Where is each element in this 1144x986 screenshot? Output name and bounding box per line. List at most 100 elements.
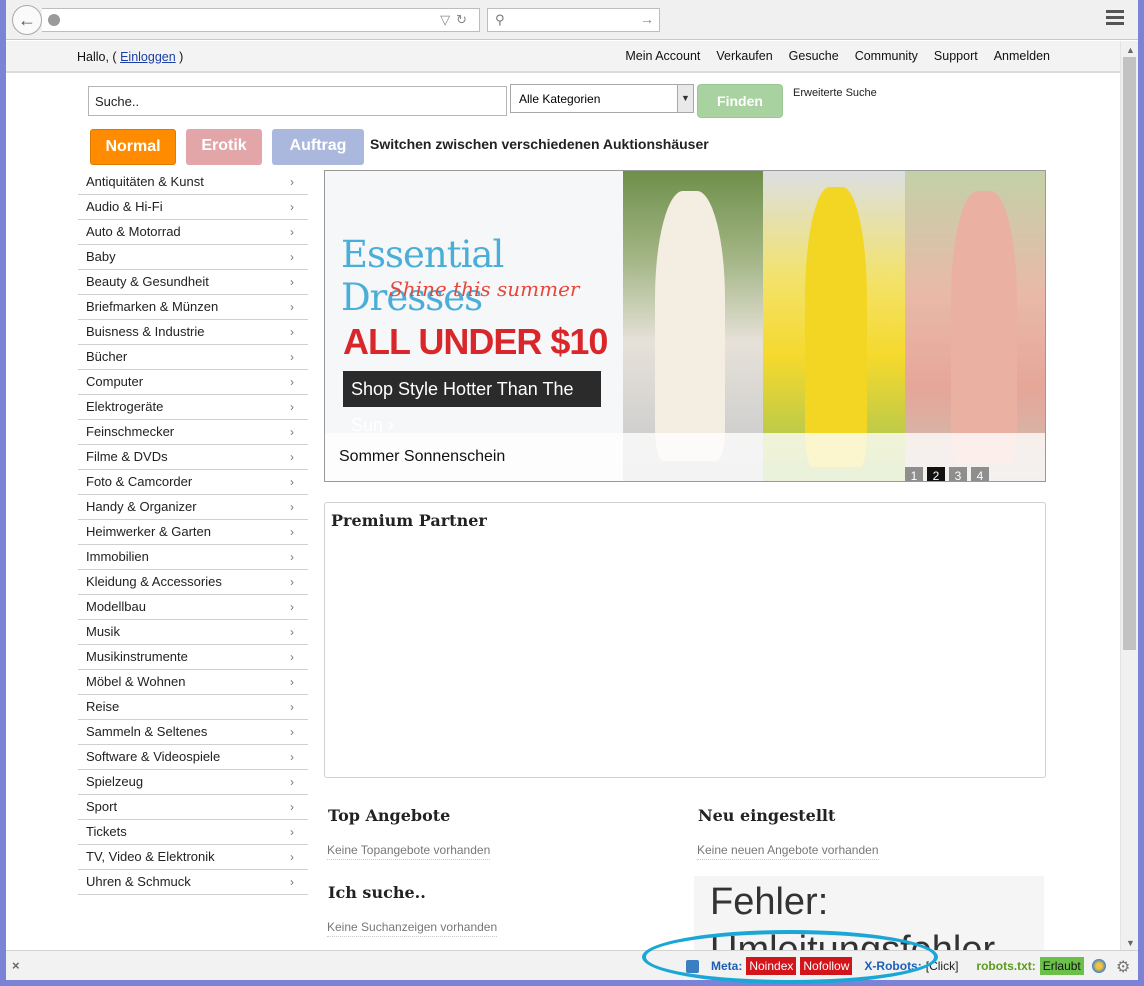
search-icon: ⚲ bbox=[495, 12, 505, 27]
robots-label: robots.txt: bbox=[976, 959, 1036, 973]
browser-toolbar: ← ▽↻ ⚲ → bbox=[6, 0, 1138, 40]
category-item[interactable]: Möbel & Wohnen › bbox=[78, 670, 308, 695]
nav-link-support[interactable]: Support bbox=[934, 49, 978, 63]
url-bar[interactable]: ▽↻ bbox=[42, 8, 480, 32]
category-item[interactable]: Foto & Camcorder › bbox=[78, 470, 308, 495]
category-item[interactable]: Bücher › bbox=[78, 345, 308, 370]
category-item[interactable]: Audio & Hi-Fi › bbox=[78, 195, 308, 220]
model-figure-3 bbox=[951, 191, 1017, 463]
banner-shop-button[interactable]: Shop Style Hotter Than The Sun › bbox=[343, 371, 601, 435]
chevron-right-icon: › bbox=[290, 750, 294, 764]
category-label: Elektrogeräte bbox=[86, 399, 164, 414]
category-item[interactable]: TV, Video & Elektronik › bbox=[78, 845, 308, 870]
promo-banner[interactable]: Essential Dresses Shine this summer ALL … bbox=[324, 170, 1046, 482]
banner-page-1[interactable]: 1 bbox=[905, 467, 923, 481]
advanced-search-link[interactable]: Erweiterte Suche bbox=[793, 87, 877, 99]
category-item[interactable]: Buisness & Industrie › bbox=[78, 320, 308, 345]
category-item[interactable]: Kleidung & Accessories › bbox=[78, 570, 308, 595]
category-item[interactable]: Tickets › bbox=[78, 820, 308, 845]
gear-icon[interactable]: ⚙ bbox=[1116, 957, 1130, 977]
switch-normal-button[interactable]: Normal bbox=[90, 129, 176, 165]
find-button[interactable]: Finden bbox=[697, 84, 783, 118]
chevron-right-icon: › bbox=[290, 300, 294, 314]
category-select[interactable]: Alle Kategorien ▼ bbox=[510, 84, 694, 113]
hamburger-menu-icon[interactable] bbox=[1106, 10, 1124, 28]
category-item[interactable]: Briefmarken & Münzen › bbox=[78, 295, 308, 320]
category-item[interactable]: Spielzeug › bbox=[78, 770, 308, 795]
chevron-right-icon: › bbox=[290, 825, 294, 839]
category-label: Tickets bbox=[86, 824, 127, 839]
chevron-right-icon: › bbox=[290, 425, 294, 439]
banner-page-2[interactable]: 2 bbox=[927, 467, 945, 481]
chevron-right-icon: › bbox=[290, 725, 294, 739]
category-label: Audio & Hi-Fi bbox=[86, 199, 163, 214]
chevron-right-icon: › bbox=[290, 450, 294, 464]
login-link[interactable]: Einloggen bbox=[120, 50, 176, 64]
top-offers-empty: Keine Topangebote vorhanden bbox=[327, 843, 491, 860]
scroll-down-icon[interactable]: ▼ bbox=[1126, 938, 1135, 948]
chevron-right-icon: › bbox=[290, 600, 294, 614]
category-item[interactable]: Beauty & Gesundheit › bbox=[78, 270, 308, 295]
category-item[interactable]: Sport › bbox=[78, 795, 308, 820]
browser-status-bar: × Meta: Noindex Nofollow X-Robots: [Clic… bbox=[6, 950, 1138, 980]
site-search-input[interactable]: Suche.. bbox=[88, 86, 507, 116]
category-item[interactable]: Auto & Motorrad › bbox=[78, 220, 308, 245]
category-item[interactable]: Sammeln & Seltenes › bbox=[78, 720, 308, 745]
chevron-down-icon[interactable]: ▼ bbox=[677, 85, 693, 112]
category-item[interactable]: Uhren & Schmuck › bbox=[78, 870, 308, 895]
category-item[interactable]: Heimwerker & Garten › bbox=[78, 520, 308, 545]
category-item[interactable]: Filme & DVDs › bbox=[78, 445, 308, 470]
account-links: Mein Account Verkaufen Gesuche Community… bbox=[625, 49, 1050, 63]
category-label: Antiquitäten & Kunst bbox=[86, 174, 204, 189]
banner-page-3[interactable]: 3 bbox=[949, 467, 967, 481]
browser-search-input[interactable]: ⚲ → bbox=[487, 8, 660, 32]
addon-globe-icon[interactable] bbox=[1092, 959, 1106, 973]
chevron-right-icon: › bbox=[290, 175, 294, 189]
category-item[interactable]: Modellbau › bbox=[78, 595, 308, 620]
banner-price: ALL UNDER $10 bbox=[343, 321, 608, 362]
switch-erotik-button[interactable]: Erotik bbox=[186, 129, 262, 165]
scrollbar-thumb[interactable] bbox=[1123, 57, 1136, 650]
highlight-ellipse bbox=[642, 930, 938, 984]
chevron-right-icon: › bbox=[290, 800, 294, 814]
go-arrow-icon[interactable]: → bbox=[640, 11, 654, 27]
chevron-right-icon: › bbox=[290, 275, 294, 289]
url-controls[interactable]: ▽↻ bbox=[440, 12, 473, 28]
category-item[interactable]: Software & Videospiele › bbox=[78, 745, 308, 770]
category-label: Heimwerker & Garten bbox=[86, 524, 211, 539]
category-item[interactable]: Immobilien › bbox=[78, 545, 308, 570]
nav-link-community[interactable]: Community bbox=[855, 49, 918, 63]
vertical-scrollbar[interactable]: ▲ ▼ bbox=[1120, 41, 1138, 950]
nav-link-anmelden[interactable]: Anmelden bbox=[994, 49, 1050, 63]
category-item[interactable]: Computer › bbox=[78, 370, 308, 395]
category-label: Foto & Camcorder bbox=[86, 474, 193, 489]
category-item[interactable]: Antiquitäten & Kunst › bbox=[78, 170, 308, 195]
chevron-right-icon: › bbox=[290, 475, 294, 489]
category-label: Modellbau bbox=[86, 599, 146, 614]
category-item[interactable]: Handy & Organizer › bbox=[78, 495, 308, 520]
category-item[interactable]: Baby › bbox=[78, 245, 308, 270]
category-item[interactable]: Musikinstrumente › bbox=[78, 645, 308, 670]
category-item[interactable]: Musik › bbox=[78, 620, 308, 645]
category-item[interactable]: Elektrogeräte › bbox=[78, 395, 308, 420]
category-label: Kleidung & Accessories bbox=[86, 574, 222, 589]
back-button[interactable]: ← bbox=[12, 5, 42, 35]
premium-partner-box: Premium Partner bbox=[324, 502, 1046, 778]
close-icon[interactable]: × bbox=[12, 958, 20, 973]
chevron-right-icon: › bbox=[290, 325, 294, 339]
model-figure-1 bbox=[655, 191, 725, 461]
category-label: Computer bbox=[86, 374, 144, 389]
nav-link-verkaufen[interactable]: Verkaufen bbox=[716, 49, 772, 63]
nav-link-gesuche[interactable]: Gesuche bbox=[789, 49, 839, 63]
category-label: Sammeln & Seltenes bbox=[86, 724, 208, 739]
switch-auftrag-button[interactable]: Auftrag bbox=[272, 129, 364, 165]
category-label: Baby bbox=[86, 249, 116, 264]
banner-page-4[interactable]: 4 bbox=[971, 467, 989, 481]
category-item[interactable]: Feinschmecker › bbox=[78, 420, 308, 445]
scroll-up-icon[interactable]: ▲ bbox=[1126, 45, 1135, 55]
chevron-right-icon: › bbox=[290, 700, 294, 714]
category-item[interactable]: Reise › bbox=[78, 695, 308, 720]
category-label: Reise bbox=[86, 699, 120, 714]
wanted-empty: Keine Suchanzeigen vorhanden bbox=[327, 920, 498, 937]
nav-link-mein-account[interactable]: Mein Account bbox=[625, 49, 700, 63]
